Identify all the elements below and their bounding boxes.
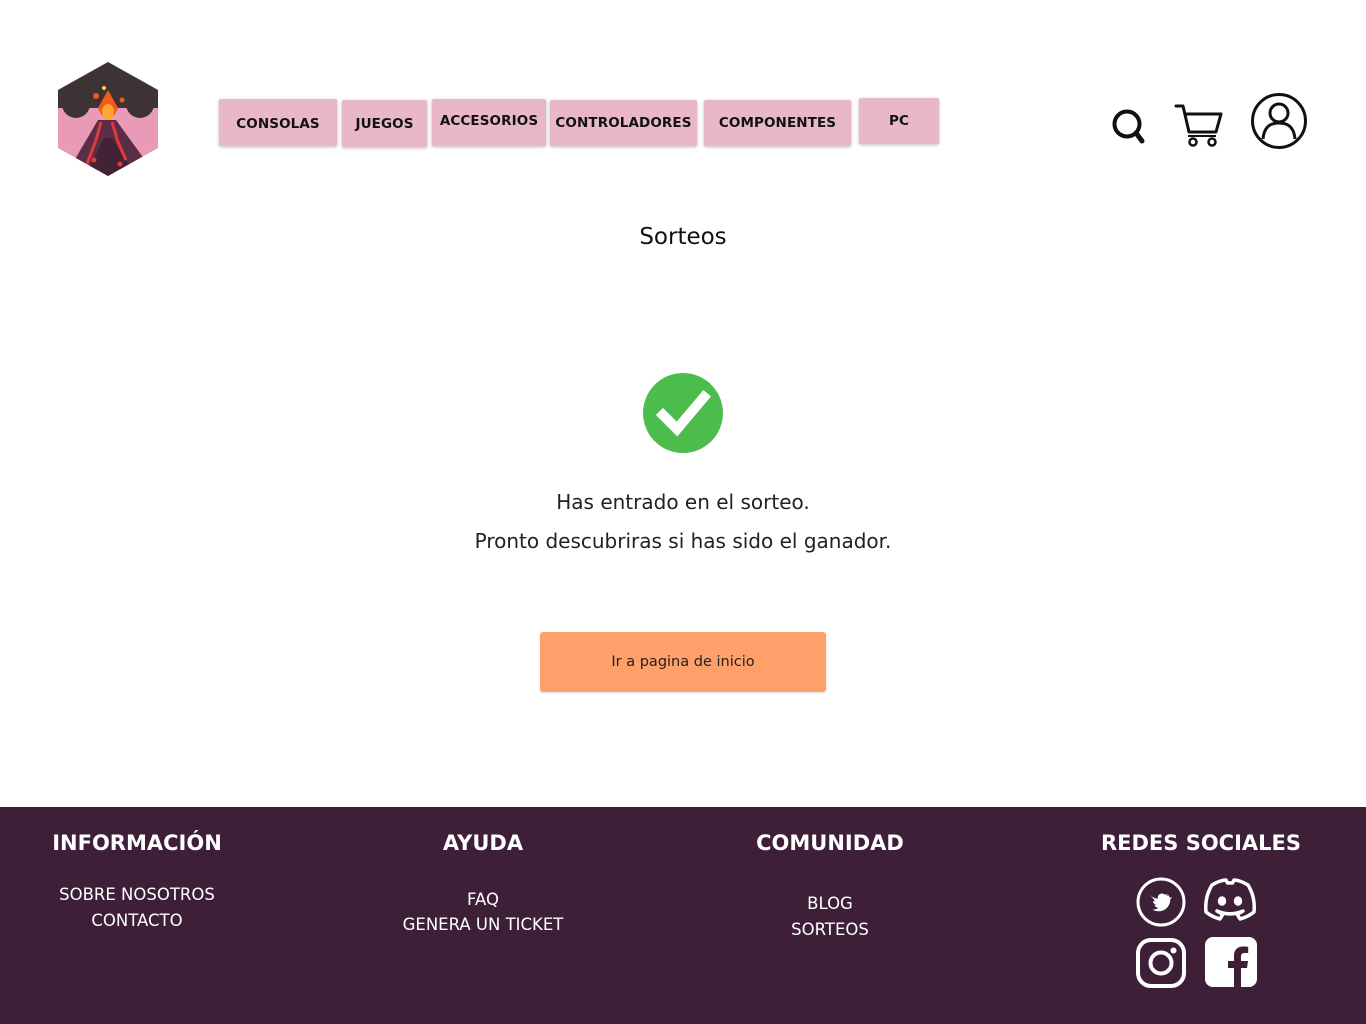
search-button[interactable] — [1110, 106, 1146, 146]
user-account-icon — [1251, 93, 1307, 149]
volcano-logo-icon — [58, 62, 158, 176]
cart-icon — [1174, 104, 1223, 147]
nav-label: COMPONENTES — [718, 115, 837, 131]
facebook-link[interactable] — [1205, 937, 1257, 987]
footer-heading-comunidad: COMUNIDAD — [756, 831, 904, 855]
nav-accesorios[interactable]: ACCESORIOS — [432, 99, 546, 146]
user-account-button[interactable] — [1250, 92, 1308, 150]
home-button[interactable]: Ir a pagina de inicio — [540, 632, 826, 692]
home-button-label: Ir a pagina de inicio — [611, 654, 755, 670]
discord-link[interactable] — [1202, 877, 1258, 923]
footer-heading-informacion: INFORMACIÓN — [52, 831, 222, 855]
instagram-link[interactable] — [1136, 938, 1186, 988]
page-title: Sorteos — [639, 224, 727, 250]
footer-heading-ayuda: AYUDA — [442, 831, 524, 855]
nav-pc[interactable]: PC — [859, 98, 939, 144]
search-icon — [1112, 109, 1145, 144]
nav-label: PC — [888, 113, 909, 129]
footer-link-genera-ticket[interactable]: GENERA UN TICKET — [363, 915, 603, 934]
logo[interactable] — [54, 60, 162, 178]
footer: INFORMACIÓN SOBRE NOSOTROS CONTACTO AYUD… — [0, 807, 1366, 1024]
nav-label: CONSOLAS — [236, 116, 320, 132]
confirmation-message-line1: Has entrado en el sorteo. — [556, 490, 810, 514]
cart-button[interactable] — [1174, 102, 1224, 148]
twitter-link[interactable] — [1136, 877, 1186, 927]
footer-link-blog[interactable]: BLOG — [710, 894, 950, 913]
nav-componentes[interactable]: COMPONENTES — [704, 100, 851, 146]
discord-icon — [1204, 878, 1256, 921]
nav-juegos[interactable]: JUEGOS — [342, 100, 427, 147]
nav-label: CONTROLADORES — [555, 115, 692, 131]
footer-heading-redes-sociales: REDES SOCIALES — [1100, 831, 1302, 855]
footer-link-contacto[interactable]: CONTACTO — [17, 911, 257, 930]
nav-consolas[interactable]: CONSOLAS — [219, 99, 337, 146]
footer-link-sobre-nosotros[interactable]: SOBRE NOSOTROS — [17, 885, 257, 904]
twitter-icon — [1136, 877, 1186, 927]
nav-label: ACCESORIOS — [439, 113, 539, 129]
success-check-icon — [643, 373, 723, 453]
footer-link-faq[interactable]: FAQ — [363, 890, 603, 909]
nav-label: JUEGOS — [355, 115, 414, 132]
footer-link-sorteos[interactable]: SORTEOS — [710, 920, 950, 939]
nav-controladores[interactable]: CONTROLADORES — [550, 100, 697, 146]
facebook-icon — [1205, 937, 1257, 987]
confirmation-message-line2: Pronto descubriras si has sido el ganado… — [474, 529, 892, 553]
instagram-icon — [1136, 938, 1186, 988]
